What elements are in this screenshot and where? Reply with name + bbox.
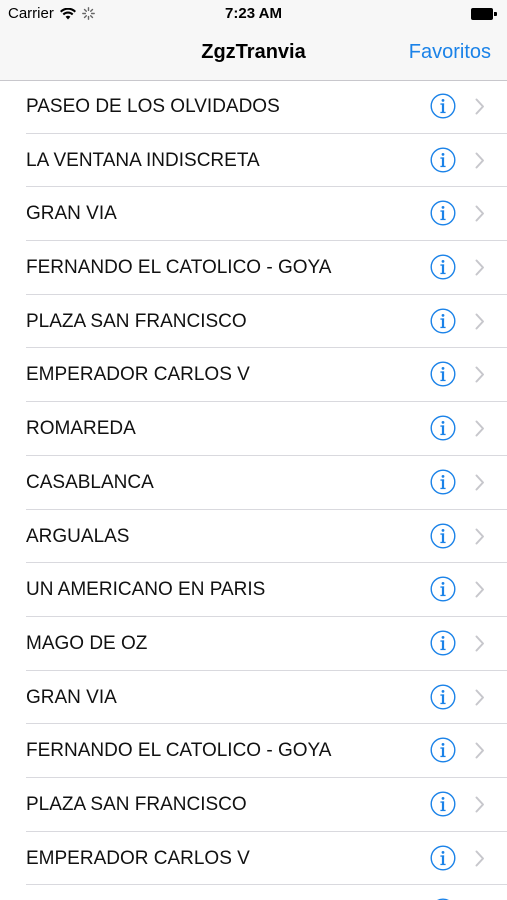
info-icon[interactable]: [430, 737, 456, 763]
status-time: 7:23 AM: [225, 5, 282, 22]
info-icon[interactable]: [430, 791, 456, 817]
list-item[interactable]: UN AMERICANO EN PARIS: [26, 563, 507, 617]
stop-name-label: PASEO DE LOS OLVIDADOS: [26, 96, 280, 117]
chevron-right-icon: [475, 152, 484, 169]
info-icon[interactable]: [430, 361, 456, 387]
list-item[interactable]: PLAZA SAN FRANCISCO: [26, 295, 507, 349]
list-item[interactable]: CASABLANCA: [26, 456, 507, 510]
list-item[interactable]: FERNANDO EL CATOLICO - GOYA: [26, 241, 507, 295]
status-bar: Carrier 7:23 AM: [0, 0, 507, 28]
info-icon[interactable]: [430, 147, 456, 173]
stop-name-label: ARGUALAS: [26, 525, 130, 547]
favorites-button[interactable]: Favoritos: [409, 41, 491, 64]
stop-name-label: CASABLANCA: [26, 471, 154, 493]
battery-icon: [471, 8, 497, 20]
list-item[interactable]: ROMAREDA: [26, 402, 507, 456]
list-item[interactable]: EMPERADOR CARLOS V: [26, 348, 507, 403]
stop-name-label: MAGO DE OZ: [26, 632, 148, 654]
list-item[interactable]: PASEO DE LOS OLVIDADOS: [26, 80, 507, 134]
chevron-right-icon: [475, 366, 484, 383]
chevron-right-icon: [475, 796, 484, 813]
list-item[interactable]: ARGUALAS: [26, 510, 507, 564]
chevron-right-icon: [475, 98, 484, 115]
stop-name-label: FERNANDO EL CATOLICO - GOYA: [26, 257, 332, 279]
info-icon[interactable]: [430, 684, 456, 710]
stop-name-label: EMPERADOR CARLOS V: [26, 364, 250, 386]
stop-name-label: EMPERADOR CARLOS V: [26, 847, 250, 869]
navigation-bar: ZgzTranvia Favoritos: [0, 28, 507, 81]
stop-list[interactable]: PASEO DE LOS OLVIDADOS LA VENTANA INDISCR…: [0, 80, 507, 900]
chevron-right-icon: [475, 259, 484, 276]
chevron-right-icon: [475, 581, 484, 598]
stop-name-label: LA VENTANA INDISCRETA: [26, 149, 260, 171]
stop-name-label: UN AMERICANO EN PARIS: [26, 579, 266, 601]
list-item[interactable]: [26, 885, 507, 900]
chevron-right-icon: [475, 689, 484, 706]
list-item[interactable]: GRAN VIA: [26, 671, 507, 725]
stop-name-label: GRAN VIA: [26, 686, 117, 708]
info-icon[interactable]: [430, 845, 456, 871]
info-icon[interactable]: [430, 469, 456, 495]
info-icon[interactable]: [430, 630, 456, 656]
chevron-right-icon: [475, 742, 484, 759]
chevron-right-icon: [475, 635, 484, 652]
stop-name-label: ROMAREDA: [26, 418, 136, 440]
stop-name-label: GRAN VIA: [26, 203, 117, 225]
chevron-right-icon: [475, 474, 484, 491]
list-item[interactable]: PLAZA SAN FRANCISCO: [26, 778, 507, 832]
info-icon[interactable]: [430, 522, 456, 549]
info-icon[interactable]: [430, 308, 456, 334]
stop-name-label: FERNANDO EL CATOLICO - GOYA: [26, 740, 332, 762]
list-item[interactable]: EMPERADOR CARLOS V: [26, 832, 507, 886]
list-item[interactable]: MAGO DE OZ: [26, 617, 507, 671]
info-icon[interactable]: [430, 415, 456, 441]
stop-name-label: PLAZA SAN FRANCISCO: [26, 310, 247, 332]
chevron-right-icon: [475, 205, 484, 222]
list-item[interactable]: GRAN VIA: [26, 187, 507, 242]
info-icon[interactable]: [430, 254, 456, 280]
info-icon[interactable]: [430, 576, 456, 602]
chevron-right-icon: [475, 528, 484, 544]
info-icon[interactable]: [430, 200, 456, 226]
chevron-right-icon: [475, 420, 484, 437]
list-item[interactable]: FERNANDO EL CATOLICO - GOYA: [26, 724, 507, 778]
list-item[interactable]: LA VENTANA INDISCRETA: [26, 134, 507, 188]
info-icon[interactable]: [430, 93, 456, 119]
chevron-right-icon: [475, 313, 484, 330]
chevron-right-icon: [475, 850, 484, 867]
stop-name-label: PLAZA SAN FRANCISCO: [26, 793, 247, 815]
